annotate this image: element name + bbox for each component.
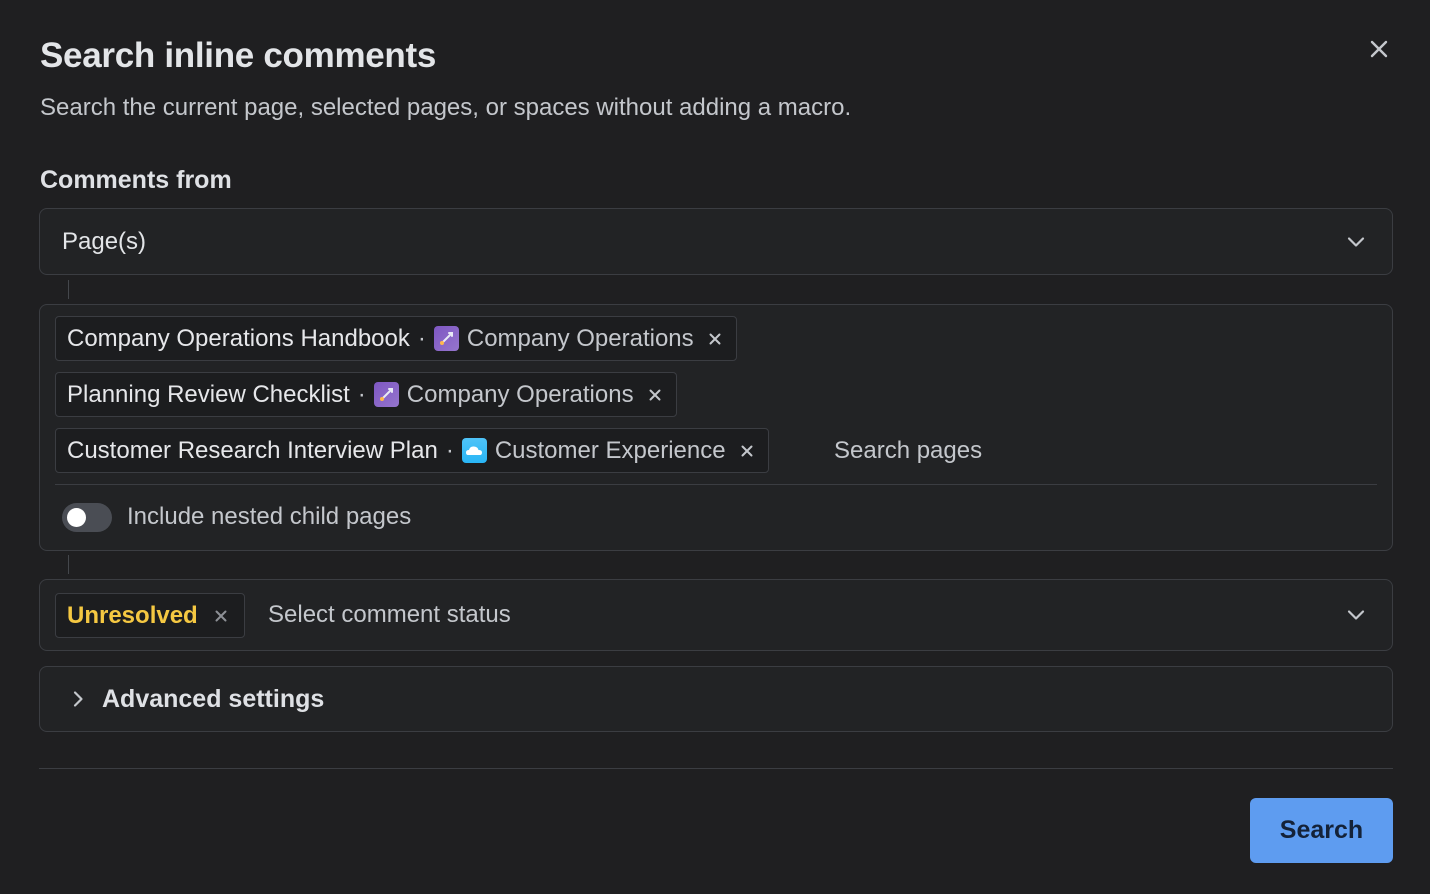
close-icon <box>1370 40 1388 58</box>
dialog-subtitle: Search the current page, selected pages,… <box>40 94 852 121</box>
page-chip-title: Customer Research Interview Plan <box>67 436 438 464</box>
remove-chip-icon[interactable] <box>740 444 754 458</box>
comments-from-value: Page(s) <box>62 227 147 255</box>
rocket-icon <box>433 326 459 351</box>
page-chip-space: Customer Experience <box>494 436 726 464</box>
chip-separator: · <box>445 436 454 464</box>
chevron-down-icon <box>1347 236 1365 247</box>
remove-chip-icon[interactable] <box>214 609 228 623</box>
search-pages-input[interactable] <box>834 433 1234 469</box>
footer-divider <box>39 768 1393 769</box>
remove-chip-icon[interactable] <box>708 332 722 346</box>
page-chip-title: Company Operations Handbook <box>67 324 410 352</box>
page-chip: Planning Review Checklist · Company Oper… <box>55 372 677 417</box>
dialog-title: Search inline comments <box>40 36 437 75</box>
cloud-icon <box>461 438 487 463</box>
page-chip-title: Planning Review Checklist <box>67 380 350 408</box>
comments-from-label: Comments from <box>40 166 232 194</box>
chevron-down-icon <box>1347 610 1365 620</box>
nested-child-pages-label: Include nested child pages <box>127 503 412 530</box>
connector-line <box>68 555 69 574</box>
nested-child-pages-toggle[interactable] <box>62 503 112 532</box>
search-inline-comments-dialog: Search inline comments Search the curren… <box>0 0 1430 894</box>
page-chip: Company Operations Handbook · Company Op… <box>55 316 737 361</box>
rocket-icon <box>373 382 399 407</box>
advanced-settings-toggle[interactable]: Advanced settings <box>39 666 1393 732</box>
remove-chip-icon[interactable] <box>648 388 662 402</box>
advanced-settings-label: Advanced settings <box>102 685 325 713</box>
divider <box>55 484 1377 485</box>
page-chip: Customer Research Interview Plan · Custo… <box>55 428 769 473</box>
status-chip-label: Unresolved <box>67 601 198 629</box>
chip-separator: · <box>357 380 366 408</box>
status-chip-unresolved: Unresolved <box>55 593 245 638</box>
toggle-knob <box>67 508 86 527</box>
page-chip-space: Company Operations <box>466 324 694 352</box>
search-button[interactable]: Search <box>1250 798 1393 863</box>
comments-from-select[interactable]: Page(s) <box>39 208 1393 275</box>
connector-line <box>68 280 69 299</box>
page-chip-space: Company Operations <box>406 380 634 408</box>
status-placeholder: Select comment status <box>268 601 511 628</box>
chip-separator: · <box>417 324 426 352</box>
close-button[interactable] <box>1362 32 1396 66</box>
chevron-right-icon <box>73 691 83 707</box>
